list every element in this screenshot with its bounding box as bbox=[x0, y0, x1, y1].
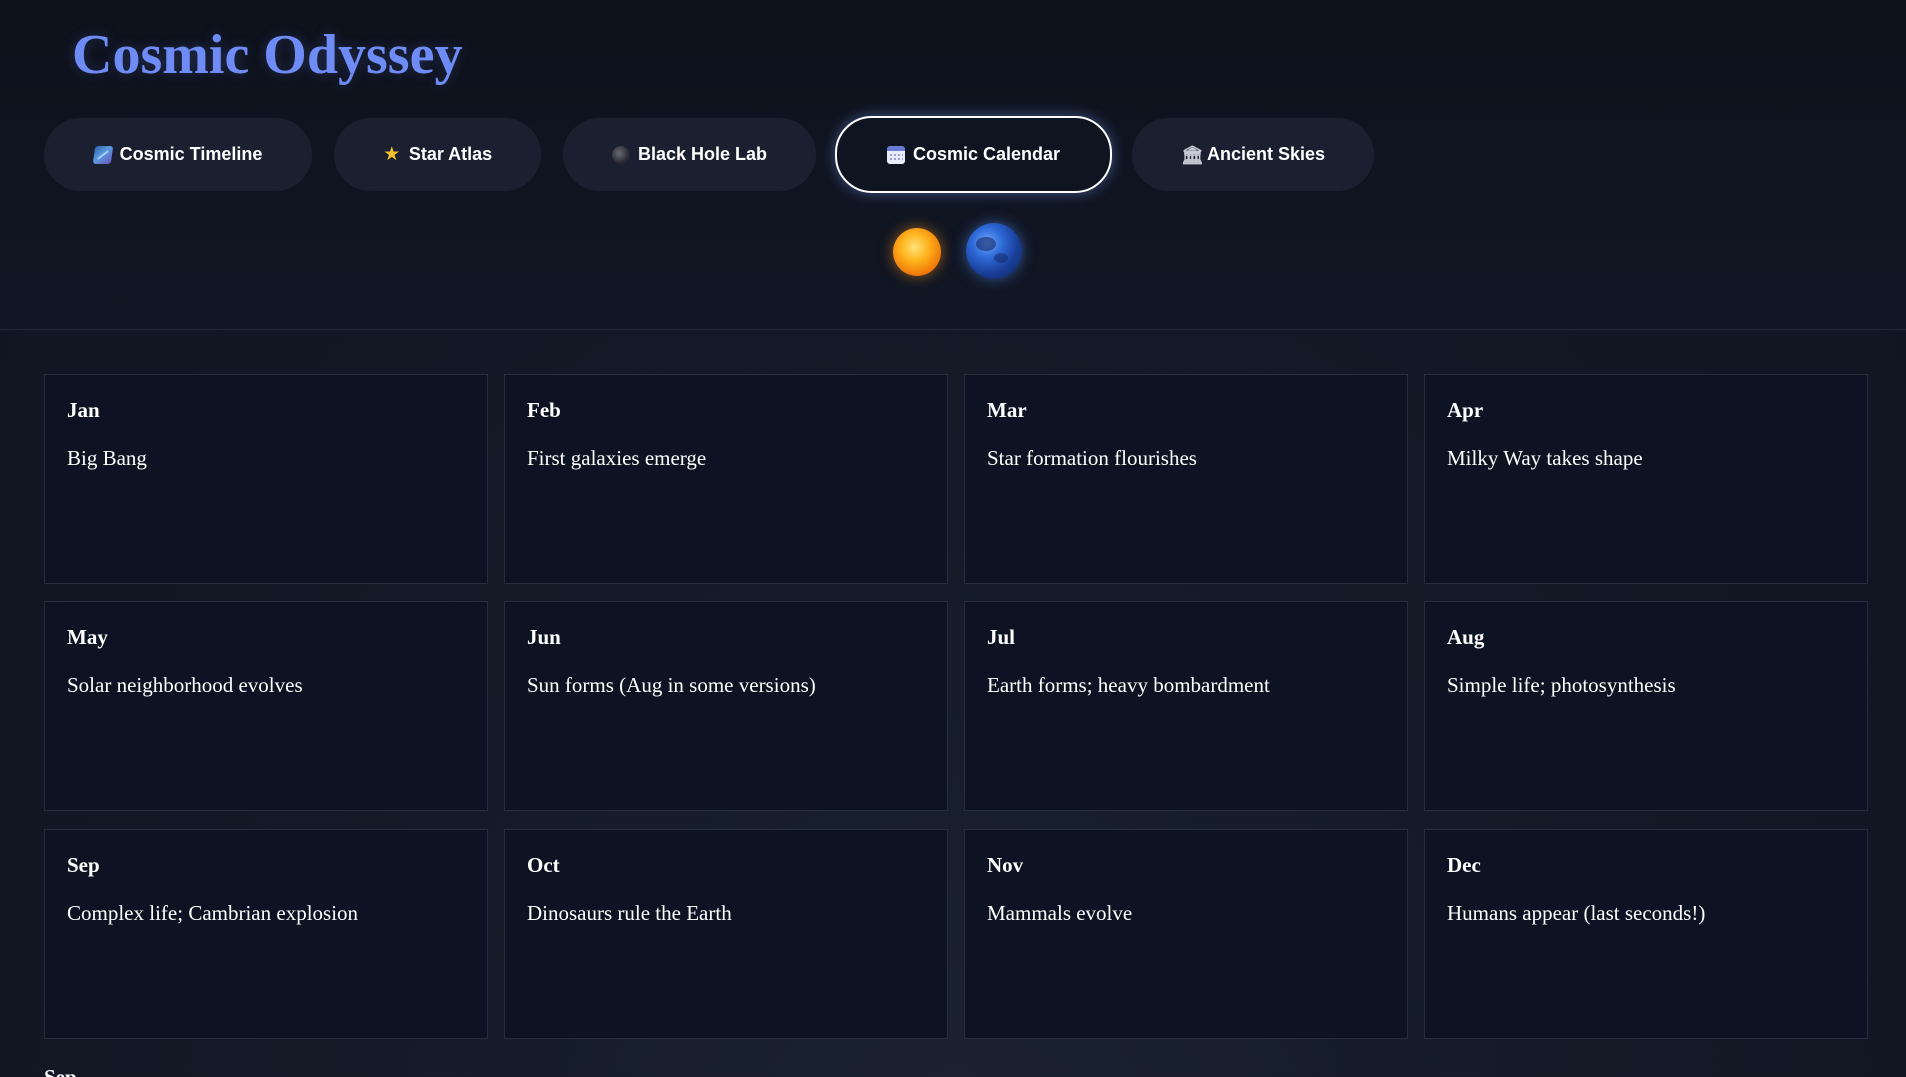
tab-label: Star Atlas bbox=[408, 144, 493, 164]
month-card: Sep Complex life; Cambrian explosion bbox=[44, 829, 488, 1039]
month-event: Complex life; Cambrian explosion bbox=[67, 901, 359, 925]
month-name: Jan bbox=[67, 398, 100, 422]
month-event: Solar neighborhood evolves bbox=[67, 673, 303, 697]
star-icon: ★ bbox=[383, 143, 401, 165]
app-header: Cosmic Odyssey Cosmic Timeline ★ Star At… bbox=[0, 0, 1906, 330]
month-name: Feb bbox=[527, 398, 561, 422]
month-event: Star formation flourishes bbox=[987, 446, 1197, 470]
app-title: Cosmic Odyssey bbox=[72, 24, 463, 86]
tab-cosmic-timeline[interactable]: Cosmic Timeline bbox=[44, 118, 312, 191]
tab-cosmic-calendar[interactable]: Cosmic Calendar bbox=[835, 116, 1112, 193]
main-tabs: Cosmic Timeline ★ Star Atlas Black Hole … bbox=[0, 116, 1906, 193]
month-card: Oct Dinosaurs rule the Earth bbox=[504, 829, 948, 1039]
month-event: First galaxies emerge bbox=[527, 446, 707, 470]
month-card: Jul Earth forms; heavy bombardment bbox=[964, 601, 1408, 811]
tab-star-atlas[interactable]: ★ Star Atlas bbox=[334, 118, 541, 191]
month-event: Sun forms (Aug in some versions) bbox=[527, 673, 816, 697]
month-event: Milky Way takes shape bbox=[1447, 446, 1643, 470]
tab-ancient-skies[interactable]: 🏛 Ancient Skies bbox=[1132, 118, 1374, 191]
black-hole-icon bbox=[611, 145, 630, 164]
calendar-icon bbox=[886, 145, 905, 164]
month-name: Dec bbox=[1447, 853, 1481, 877]
month-name: Aug bbox=[1447, 625, 1485, 649]
tab-label: Black Hole Lab bbox=[637, 144, 768, 164]
month-card: Feb First galaxies emerge bbox=[504, 374, 948, 584]
month-event: Dinosaurs rule the Earth bbox=[527, 901, 732, 925]
month-name: May bbox=[67, 625, 108, 649]
month-name: Jun bbox=[527, 625, 561, 649]
month-card: Mar Star formation flourishes bbox=[964, 374, 1408, 584]
month-event: Simple life; photosynthesis bbox=[1447, 673, 1676, 697]
month-card: May Solar neighborhood evolves bbox=[44, 601, 488, 811]
month-name: Oct bbox=[527, 853, 560, 877]
month-card: Dec Humans appear (last seconds!) bbox=[1424, 829, 1868, 1039]
tab-label: Ancient Skies bbox=[1206, 144, 1326, 164]
month-card: Jun Sun forms (Aug in some versions) bbox=[504, 601, 948, 811]
month-card: Nov Mammals evolve bbox=[964, 829, 1408, 1039]
month-name: Jul bbox=[987, 625, 1016, 649]
temple-icon: 🏛 bbox=[1180, 144, 1204, 165]
sun-icon[interactable] bbox=[893, 228, 941, 276]
month-name: Nov bbox=[987, 853, 1024, 877]
month-event: Mammals evolve bbox=[987, 901, 1133, 925]
section-label: Sep bbox=[44, 1065, 77, 1077]
timeline-icon bbox=[92, 145, 113, 164]
tab-label: Cosmic Calendar bbox=[912, 144, 1061, 164]
month-card: Jan Big Bang bbox=[44, 374, 488, 584]
earth-icon[interactable] bbox=[966, 223, 1022, 279]
tab-black-hole-lab[interactable]: Black Hole Lab bbox=[563, 118, 816, 191]
month-card: Aug Simple life; photosynthesis bbox=[1424, 601, 1868, 811]
month-card: Apr Milky Way takes shape bbox=[1424, 374, 1868, 584]
month-name: Sep bbox=[67, 853, 100, 877]
month-event: Humans appear (last seconds!) bbox=[1447, 901, 1706, 925]
tab-label: Cosmic Timeline bbox=[119, 144, 263, 164]
month-event: Earth forms; heavy bombardment bbox=[987, 673, 1270, 697]
month-name: Mar bbox=[987, 398, 1027, 422]
month-name: Apr bbox=[1447, 398, 1484, 422]
month-event: Big Bang bbox=[67, 446, 147, 470]
